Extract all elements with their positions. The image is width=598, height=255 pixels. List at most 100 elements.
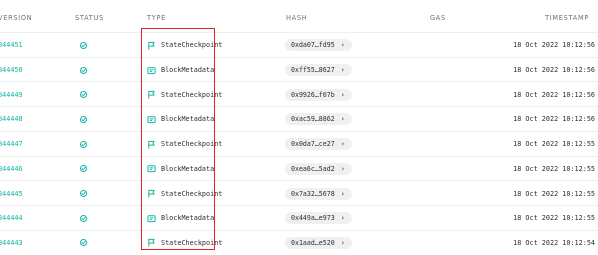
chevron-right-icon: › [340, 214, 345, 223]
block-icon [147, 214, 156, 223]
type-cell: BlockMetadata [147, 206, 214, 231]
status-cell [80, 181, 87, 206]
type-label: StateCheckpoint [161, 238, 223, 247]
success-check-icon [80, 91, 87, 99]
chevron-right-icon: › [340, 164, 345, 173]
timestamp-value: 18 Oct 2022 10:12:55 [513, 214, 595, 223]
version-link[interactable]: 1844445 [0, 181, 23, 206]
version-link[interactable]: 1844444 [0, 206, 23, 231]
timestamp-value: 18 Oct 2022 10:12:54 [513, 238, 595, 247]
type-label: StateCheckpoint [161, 140, 223, 149]
type-cell: StateCheckpoint [147, 231, 222, 255]
hash-pill-button[interactable]: 0x7a32…5678 › [285, 187, 352, 200]
table-row[interactable]: 1844446 BlockMetadata 0xea6c…5ad2 › 18 Oct 2… [0, 155, 598, 182]
column-header-status: STATUS [75, 14, 104, 22]
hash-value: 0x7a32…5678 [291, 189, 335, 198]
success-check-icon [80, 214, 87, 222]
flag-icon [147, 90, 156, 99]
type-label: BlockMetadata [161, 214, 215, 223]
chevron-right-icon: › [340, 41, 345, 50]
type-cell: BlockMetadata [147, 157, 214, 182]
success-check-icon [80, 66, 87, 74]
chevron-right-icon: › [340, 238, 345, 247]
type-label: StateCheckpoint [161, 189, 223, 198]
table-header: VERSION STATUS TYPE HASH GAS TIMESTAMP [0, 0, 598, 36]
table-row[interactable]: 1844449 StateCheckpoint 0x9926…f07b › 18 Oct… [0, 81, 598, 107]
flag-icon [147, 140, 156, 149]
hash-cell: 0x1aad…e520 › [285, 231, 352, 255]
version-link[interactable]: 1844443 [0, 231, 23, 255]
type-cell: StateCheckpoint [147, 181, 222, 206]
type-label: BlockMetadata [161, 66, 215, 75]
hash-pill-button[interactable]: 0xac59…8862 › [285, 113, 352, 126]
hash-cell: 0xea6c…5ad2 › [285, 157, 352, 182]
column-header-gas[interactable]: GAS [430, 14, 446, 22]
hash-cell: 0xac59…8862 › [285, 107, 352, 132]
hash-cell: 0x7a32…5678 › [285, 181, 352, 206]
type-label: StateCheckpoint [161, 90, 223, 99]
success-check-icon [80, 140, 87, 148]
status-cell [80, 58, 87, 83]
version-link[interactable]: 1844447 [0, 132, 23, 157]
hash-value: 0x9926…f07b [291, 90, 335, 99]
success-check-icon [80, 190, 87, 198]
hash-value: 0xda07…fd95 [291, 41, 335, 50]
table-row[interactable]: 1844443 StateCheckpoint 0x1aad…e520 › 18 Oct… [0, 229, 598, 255]
hash-value: 0x449a…e973 [291, 214, 335, 223]
status-cell [80, 33, 87, 58]
block-icon [147, 164, 156, 173]
hash-pill-button[interactable]: 0xff55…8627 › [285, 64, 352, 77]
hash-value: 0xea6c…5ad2 [291, 164, 335, 173]
version-link[interactable]: 1844446 [0, 157, 23, 182]
table-row[interactable]: 1844445 StateCheckpoint 0x7a32…5678 › 18 Oct… [0, 180, 598, 206]
status-cell [80, 132, 87, 157]
timestamp-value: 18 Oct 2022 10:12:55 [513, 189, 595, 198]
success-check-icon [80, 165, 87, 173]
table-row[interactable]: 1844451 StateCheckpoint 0xda07…fd95 › 18 Oct… [0, 32, 598, 58]
column-header-hash: HASH [286, 14, 308, 22]
success-check-icon [80, 115, 87, 123]
hash-pill-button[interactable]: 0xda07…fd95 › [285, 39, 352, 52]
hash-cell: 0x449a…e973 › [285, 206, 352, 231]
table-row[interactable]: 1844450 BlockMetadata 0xff55…8627 › 18 Oct 2… [0, 56, 598, 83]
version-link[interactable]: 1844448 [0, 107, 23, 132]
flag-icon [147, 238, 156, 247]
chevron-right-icon: › [340, 140, 345, 149]
status-cell [80, 206, 87, 231]
column-header-type: TYPE [147, 14, 166, 22]
table-row[interactable]: 1844447 StateCheckpoint 0x0da7…ce27 › 18 Oct… [0, 130, 598, 157]
hash-pill-button[interactable]: 0xea6c…5ad2 › [285, 162, 352, 175]
column-header-timestamp[interactable]: TIMESTAMP [545, 14, 589, 22]
type-label: StateCheckpoint [161, 41, 223, 50]
table-row[interactable]: 1844448 BlockMetadata 0xac59…8862 › 18 Oct 2… [0, 106, 598, 132]
hash-cell: 0xff55…8627 › [285, 58, 352, 83]
hash-cell: 0xda07…fd95 › [285, 33, 352, 58]
version-link[interactable]: 1844451 [0, 33, 23, 58]
status-cell [80, 157, 87, 182]
type-cell: StateCheckpoint [147, 82, 222, 107]
type-cell: StateCheckpoint [147, 132, 222, 157]
type-label: BlockMetadata [161, 164, 215, 173]
table-row[interactable]: 1844444 BlockMetadata 0x449a…e973 › 18 Oct 2… [0, 204, 598, 231]
column-header-version[interactable]: VERSION [0, 14, 32, 22]
status-cell [80, 107, 87, 132]
type-cell: BlockMetadata [147, 58, 214, 83]
hash-value: 0x1aad…e520 [291, 238, 335, 247]
hash-pill-button[interactable]: 0x0da7…ce27 › [285, 138, 352, 151]
status-cell [80, 82, 87, 107]
version-link[interactable]: 1844449 [0, 82, 23, 107]
hash-pill-button[interactable]: 0x1aad…e520 › [285, 236, 352, 249]
timestamp-value: 18 Oct 2022 10:12:56 [513, 115, 595, 124]
timestamp-value: 18 Oct 2022 10:12:56 [513, 90, 595, 99]
block-icon [147, 66, 156, 75]
version-link[interactable]: 1844450 [0, 58, 23, 83]
hash-value: 0xac59…8862 [291, 115, 335, 124]
flag-icon [147, 189, 156, 198]
hash-pill-button[interactable]: 0x449a…e973 › [285, 212, 352, 225]
type-cell: BlockMetadata [147, 107, 214, 132]
timestamp-value: 18 Oct 2022 10:12:55 [513, 140, 595, 149]
hash-pill-button[interactable]: 0x9926…f07b › [285, 88, 352, 101]
success-check-icon [80, 41, 87, 49]
type-label: BlockMetadata [161, 115, 215, 124]
flag-icon [147, 41, 156, 50]
